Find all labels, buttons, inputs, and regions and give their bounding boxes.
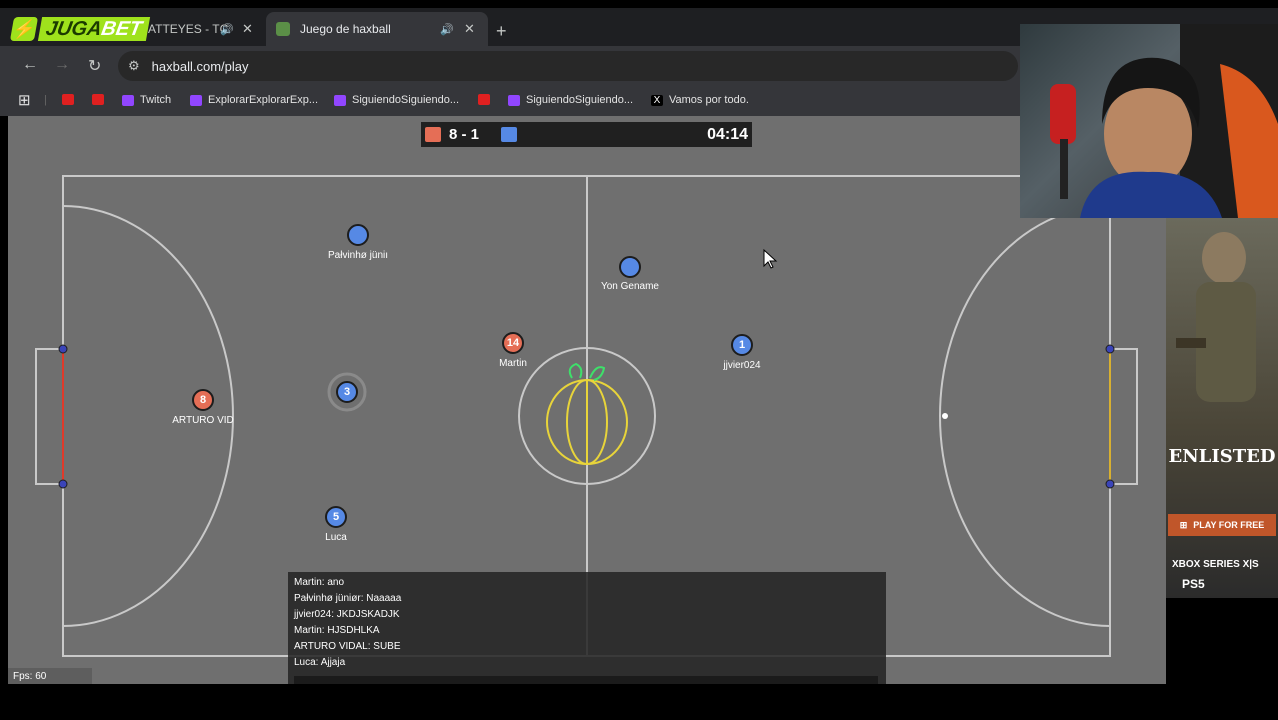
- left-goal-net: [35, 348, 63, 485]
- red-team-icon: [425, 127, 441, 142]
- chat-message: jjvier024: JKDJSKADJK: [294, 609, 400, 620]
- scoreboard: 8 - 1 04:14: [421, 122, 752, 147]
- ad-brand: ENLISTED: [1168, 446, 1276, 467]
- windows-icon: ⊞: [1179, 519, 1188, 530]
- player-name: jjvier024: [723, 360, 761, 371]
- chat-message: Martin: HJSDHLKA: [294, 625, 380, 636]
- player-name: Yon Gename: [600, 281, 659, 292]
- webcam-feed: [1020, 24, 1278, 218]
- mouse-cursor-icon: [763, 248, 778, 269]
- soldier-illustration: [1176, 232, 1256, 402]
- ball-marker: [942, 413, 948, 419]
- streamer-image: [1050, 24, 1278, 218]
- advertisement-banner[interactable]: ENLISTED ⊞ PLAY FOR FREE XBOX SERIES X|S…: [1166, 218, 1278, 598]
- goal-post: [58, 479, 68, 489]
- chat-message: Pałvinhø jüniør: Naaaaa: [294, 593, 402, 604]
- blue-team-icon: [501, 127, 517, 142]
- player-disc: [619, 256, 641, 278]
- match-timer: 04:14: [707, 126, 748, 143]
- goal-post: [58, 344, 68, 354]
- chat-message: Luca: Ajjaja: [294, 657, 346, 668]
- chat-message: ARTURO VIDAL: SUBE: [294, 641, 401, 652]
- chat-input[interactable]: [294, 676, 878, 684]
- player-disc: 8: [192, 389, 214, 411]
- fps-counter: Fps: 60: [8, 668, 92, 684]
- right-area: [939, 205, 1111, 627]
- right-goal-net: [1110, 348, 1138, 485]
- chat-message: Martin: ano: [294, 577, 345, 588]
- player-disc-self: 3: [336, 381, 358, 403]
- player-disc: 5: [325, 506, 347, 528]
- player-disc: 1: [731, 334, 753, 356]
- player-name: Martin: [499, 358, 527, 369]
- platform-xbox: XBOX SERIES X|S: [1172, 559, 1259, 570]
- player-disc: [347, 224, 369, 246]
- player-name: Luca: [325, 532, 347, 543]
- goal-post: [1105, 344, 1115, 354]
- score: 8 - 1: [449, 126, 480, 143]
- goal-post: [1105, 479, 1115, 489]
- player-disc: 14: [502, 332, 524, 354]
- play-for-free-button[interactable]: ⊞ PLAY FOR FREE: [1168, 514, 1276, 536]
- player-name: ARTURO VID: [172, 415, 234, 426]
- platform-ps5: PS5: [1182, 577, 1205, 591]
- player-name: Pałvinhø jüniı: [327, 250, 389, 261]
- chat-panel: Martin: ano Pałvinhø jüniør: Naaaaa jjvi…: [288, 572, 886, 684]
- ball-icon: [546, 362, 628, 465]
- cta-label: PLAY FOR FREE: [1193, 520, 1265, 530]
